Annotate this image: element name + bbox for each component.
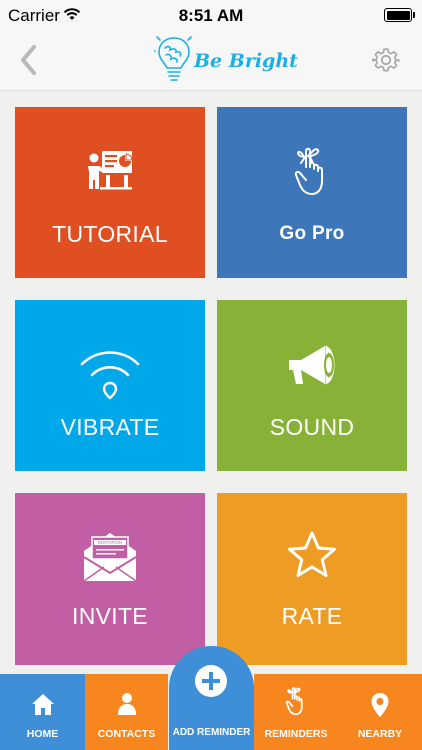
app-logo: Be Bright [154, 34, 298, 88]
tab-label: CONTACTS [97, 728, 156, 740]
plus-icon [195, 665, 227, 697]
logo-text: Be Bright [194, 50, 298, 72]
tab-nearby[interactable]: NEARBY [338, 674, 422, 750]
lightbulb-brain-icon [154, 36, 192, 81]
tile-label: RATE [281, 603, 343, 629]
person-icon [117, 693, 136, 715]
finger-ribbon-icon [294, 147, 323, 195]
invitation-text: INVITATION [98, 540, 122, 545]
vibrate-tile[interactable]: VIBRATE [15, 300, 205, 471]
battery-icon [384, 8, 415, 22]
tile-label: Go Pro [279, 223, 345, 244]
tab-label: HOME [26, 728, 59, 740]
location-pin-icon [371, 693, 389, 717]
back-chevron-icon[interactable] [14, 44, 44, 76]
status-bar: Carrier 8:51 AM [0, 0, 422, 30]
gear-icon[interactable] [372, 46, 400, 74]
tab-label: NEARBY [357, 728, 403, 740]
home-icon [31, 694, 54, 715]
finger-ribbon-icon [285, 687, 303, 716]
tab-reminders[interactable]: REMINDERS [254, 674, 338, 750]
tile-label: SOUND [269, 414, 355, 440]
megaphone-icon [289, 345, 335, 385]
tab-home[interactable]: HOME [0, 674, 85, 750]
tile-label: VIBRATE [60, 414, 160, 440]
tutorial-tile[interactable]: TUTORIAL [15, 107, 205, 278]
star-icon [288, 531, 336, 577]
go-pro-tile[interactable]: Go Pro [217, 107, 407, 278]
tab-contacts[interactable]: CONTACTS [85, 674, 168, 750]
presentation-icon [88, 151, 133, 190]
add-reminder-button[interactable]: ADD REMINDER [169, 646, 254, 750]
invite-tile[interactable]: INVITATION INVITE [15, 493, 205, 665]
tab-label: REMINDERS [264, 728, 328, 740]
tile-label: INVITE [72, 603, 148, 629]
battery-level-fill [386, 10, 410, 20]
navigation-bar: Be Bright [0, 30, 422, 91]
tile-label: TUTORIAL [52, 221, 168, 247]
clock-time: 8:51 AM [178, 6, 244, 25]
add-reminder-label: ADD REMINDER [172, 727, 251, 738]
sound-tile[interactable]: SOUND [217, 300, 407, 471]
rate-tile[interactable]: RATE [217, 493, 407, 665]
invitation-envelope-icon: INVITATION [83, 533, 137, 582]
vibrate-signal-icon [80, 351, 140, 400]
